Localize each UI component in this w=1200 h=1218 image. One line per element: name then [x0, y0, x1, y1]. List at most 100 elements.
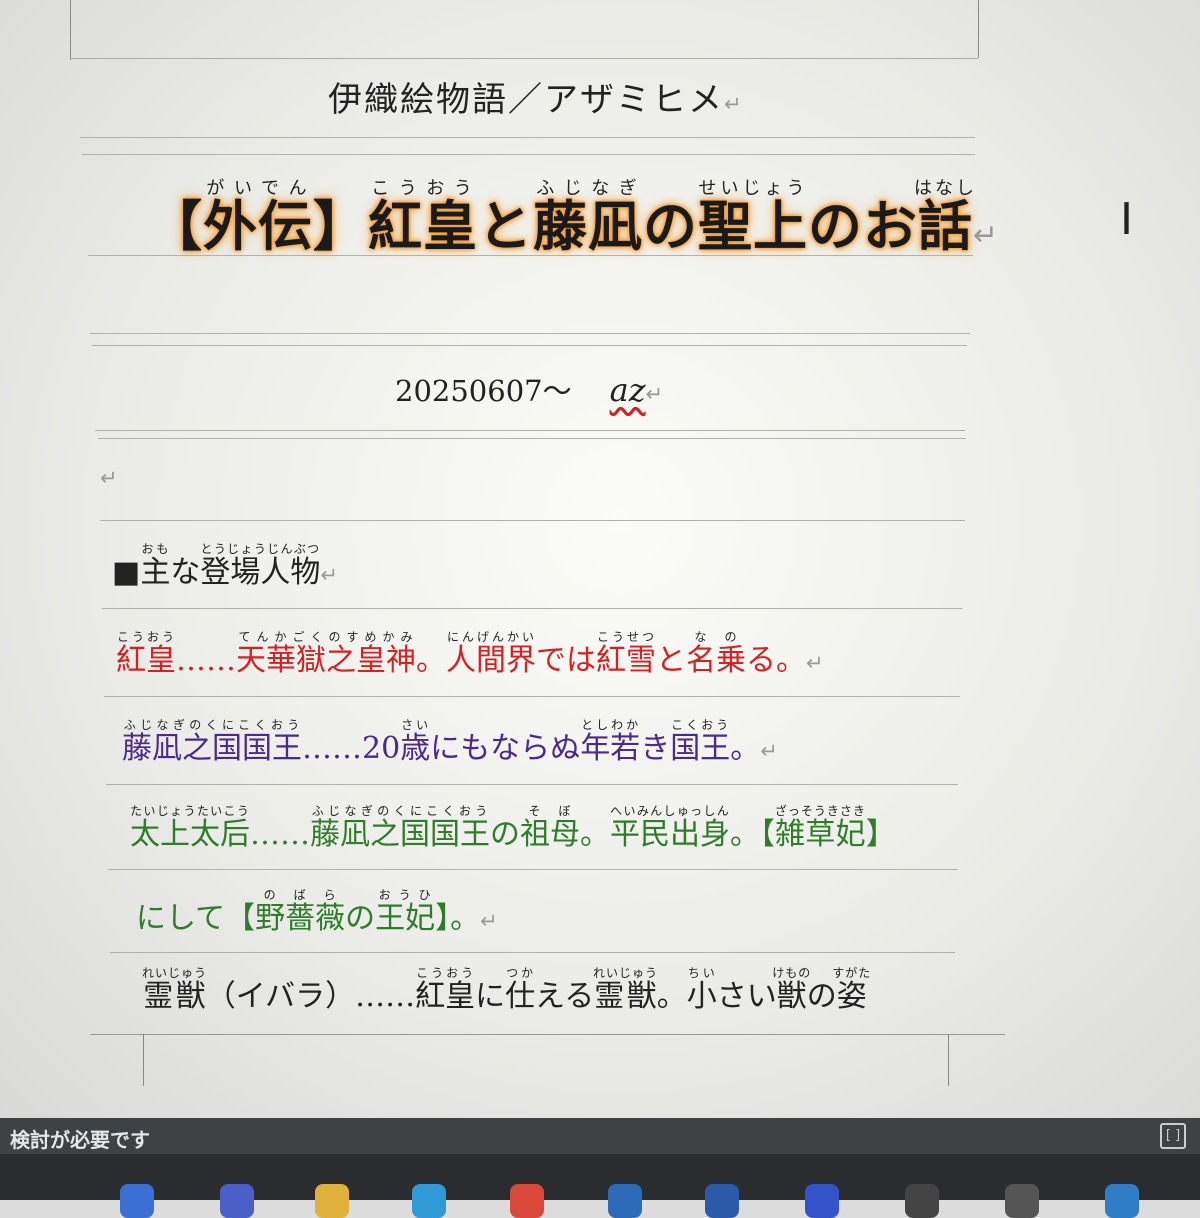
ruby-word: 太上太后たいじょうたいこう: [130, 804, 250, 852]
focus-icon[interactable]: [ ]: [1160, 1123, 1186, 1149]
status-message[interactable]: 検討が必要です: [10, 1124, 150, 1153]
furigana: れいじゅう: [142, 966, 208, 980]
furigana: ふじなぎ: [533, 178, 643, 199]
character-row-kouou[interactable]: 紅皇こうおう……天華獄之皇神てんかごくのすめかみ。人間界にんげんかいでは紅雪こう…: [116, 630, 824, 679]
grid-line: [100, 520, 965, 521]
app-icon[interactable]: [608, 1184, 642, 1218]
text-run: き: [640, 731, 671, 766]
ruby-word: 外伝がいでん: [203, 178, 313, 258]
text-run: の: [490, 817, 520, 852]
ruby-word: 雑草妃ざっそうきさき: [774, 804, 866, 852]
text-run: のお: [808, 194, 918, 258]
text-run: 。: [416, 643, 446, 678]
text-run: 。: [730, 731, 761, 766]
browser-icon[interactable]: [412, 1184, 446, 1218]
browser-icon[interactable]: [510, 1184, 544, 1218]
ruby-word: 紅皇こうおう: [116, 630, 176, 678]
app-icon[interactable]: [705, 1184, 739, 1218]
footer-boundary: [90, 1034, 1005, 1035]
character-row-grand-empress-cont[interactable]: にして【野薔薇のばらの王妃おうひ】。↵: [136, 888, 498, 937]
text-run: 】: [865, 817, 896, 852]
furigana: はなし: [914, 178, 977, 199]
ruby-word: 祖母そぼ: [520, 804, 580, 852]
text-cursor-icon: I: [1120, 194, 1133, 245]
app-icon[interactable]: [220, 1184, 254, 1218]
date-line[interactable]: 20250607～ az↵: [395, 368, 663, 410]
ruby-word: 藤凪之国国王ふじなぎのくにこくおう: [310, 804, 490, 852]
paragraph-mark: ↵: [806, 651, 824, 675]
furigana: こうおう: [368, 178, 478, 199]
ruby-word: 仕つか: [505, 966, 536, 1014]
ruby-word: 紅雪こうせつ: [596, 630, 656, 678]
furigana: てんかごくのすめかみ: [236, 630, 416, 644]
grid-line: [92, 345, 967, 346]
text-run: える: [535, 979, 595, 1014]
furigana: こうおう: [415, 966, 476, 980]
furigana: たいじょうたいこう: [130, 804, 250, 818]
ruby-word: 紅皇こうおう: [415, 966, 476, 1014]
grid-line: [98, 438, 966, 439]
text-run: （イバラ）……: [205, 979, 416, 1014]
ruby-word: 名乗なの: [686, 630, 746, 678]
heading-text: 【外伝がいでん】紅皇こうおうと藤凪ふじなぎの聖上せいじょうのお話はなし: [148, 178, 977, 258]
furigana: ちい: [686, 966, 717, 980]
page-margin-corner: [978, 0, 979, 58]
furigana: こうおう: [116, 630, 176, 644]
ruby-word: 霊獣れいじゅう: [142, 966, 208, 1014]
character-description: 紅皇こうおう……天華獄之皇神てんかごくのすめかみ。人間界にんげんかいでは紅雪こう…: [116, 630, 806, 678]
text-run: 。: [656, 979, 687, 1014]
document-title-line[interactable]: 伊織絵物語／アザミヒメ↵: [328, 72, 744, 121]
text-run: 。【: [730, 817, 775, 852]
character-row-spirit-beast[interactable]: 霊獣れいじゅう（イバラ）……紅皇こうおうに仕つかえる霊獣れいじゅう。小ちいさい獣…: [142, 966, 871, 1015]
ruby-word: 獣けもの: [772, 966, 812, 1014]
ruby-word: 聖上せいじょう: [698, 178, 808, 258]
app-icon[interactable]: [1105, 1184, 1139, 1218]
furigana: おも: [140, 542, 171, 556]
header-boundary: [70, 58, 978, 59]
ruby-word: 話はなし: [914, 178, 977, 258]
furigana: なの: [686, 630, 746, 644]
character-description: 藤凪之国国王ふじなぎのくにこくおう……20歳さいにもならぬ年若としわかき国王こく…: [122, 718, 761, 766]
ruby-word: 平民出身へいみんしゅっしん: [610, 804, 730, 852]
text-run: の: [643, 194, 698, 258]
character-row-grand-empress[interactable]: 太上太后たいじょうたいこう……藤凪之国国王ふじなぎのくにこくおうの祖母そぼ。平民…: [130, 804, 896, 853]
grid-line: [80, 137, 975, 138]
app-icon[interactable]: [1005, 1184, 1039, 1218]
document-page[interactable]: 伊織絵物語／アザミヒメ↵ 【外伝がいでん】紅皇こうおうと藤凪ふじなぎの聖上せいじ…: [0, 0, 1200, 1118]
page-margin-corner: [143, 1034, 144, 1086]
app-icon[interactable]: [905, 1184, 939, 1218]
app-icon[interactable]: [805, 1184, 839, 1218]
grid-line: [108, 869, 958, 870]
text-run: 】。: [435, 901, 481, 936]
text-run: 【: [148, 194, 203, 258]
ruby-word: 年若としわか: [580, 718, 641, 766]
grid-line: [102, 608, 962, 609]
furigana: がいでん: [203, 178, 313, 199]
text-run: では: [536, 643, 596, 678]
text-run: と: [656, 643, 686, 678]
ruby-word: 姿すがた: [832, 966, 872, 1014]
ruby-word: 藤凪之国国王ふじなぎのくにこくおう: [122, 718, 302, 766]
paragraph-mark: ↵: [973, 218, 1000, 253]
character-row-king[interactable]: 藤凪之国国王ふじなぎのくにこくおう……20歳さいにもならぬ年若としわかき国王こく…: [122, 718, 778, 767]
story-heading[interactable]: 【外伝がいでん】紅皇こうおうと藤凪ふじなぎの聖上せいじょうのお話はなし↵: [148, 178, 999, 261]
furigana: ざっそうきさき: [774, 804, 866, 818]
page-margin-corner: [70, 0, 71, 60]
text-run: 】: [313, 194, 368, 258]
furigana: つか: [505, 966, 536, 980]
grid-line: [82, 154, 975, 155]
grid-line: [95, 430, 965, 431]
paragraph-mark: ↵: [645, 382, 664, 406]
furigana: こうせつ: [596, 630, 656, 644]
furigana: ふじなぎのくにこくおう: [122, 718, 302, 732]
status-bar: 検討が必要です [ ]: [0, 1118, 1200, 1154]
section-heading[interactable]: ■主おもな登場人物とうじょうじんぶつ↵: [112, 542, 338, 591]
section-heading-text: ■主おもな登場人物とうじょうじんぶつ: [112, 542, 320, 590]
text-run: ……20: [302, 731, 401, 766]
ruby-word: 天華獄之皇神てんかごくのすめかみ: [236, 630, 416, 678]
app-icon[interactable]: [120, 1184, 154, 1218]
ruby-word: 小ちい: [686, 966, 717, 1014]
folder-icon[interactable]: [315, 1184, 349, 1218]
furigana: のばら: [255, 888, 346, 902]
empty-paragraph[interactable]: ↵: [100, 466, 118, 490]
